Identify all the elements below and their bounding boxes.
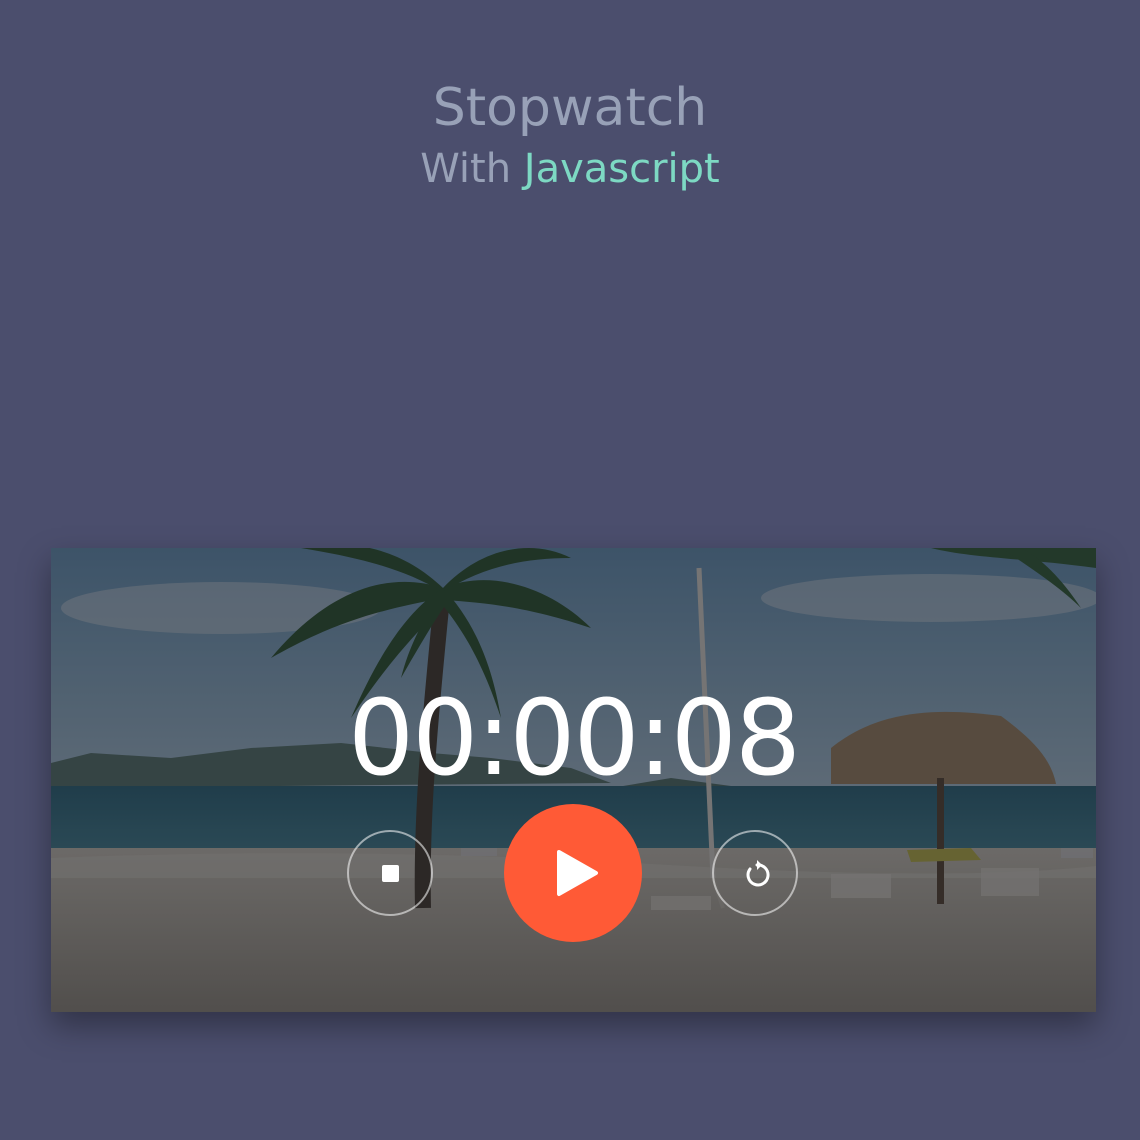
header: Stopwatch With Javascript <box>0 72 1140 194</box>
page-subtitle: With Javascript <box>0 144 1140 194</box>
subtitle-accent: Javascript <box>523 146 720 192</box>
stop-button[interactable] <box>347 830 433 916</box>
play-icon <box>557 850 598 896</box>
subtitle-prefix: With <box>420 146 512 192</box>
stopwatch-card: 00:00:08 <box>51 548 1096 1012</box>
reset-button[interactable] <box>712 830 798 916</box>
page-title: Stopwatch <box>432 78 708 138</box>
stop-icon <box>382 865 399 882</box>
play-button[interactable] <box>504 804 642 942</box>
time-display: 00:00:08 <box>347 677 801 799</box>
reset-icon <box>746 860 770 887</box>
